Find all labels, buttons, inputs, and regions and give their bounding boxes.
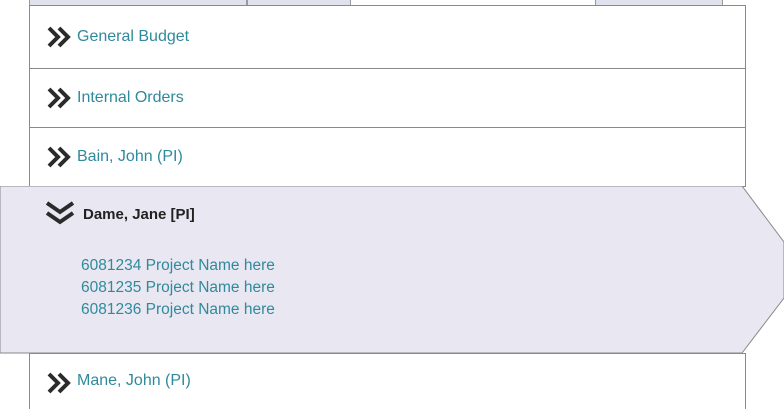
double-chevron-right-icon bbox=[47, 26, 71, 48]
accordion-item-label[interactable]: General Budget bbox=[77, 28, 189, 46]
project-link[interactable]: 6081234 Project Name here bbox=[81, 255, 275, 277]
accordion-panel: General Budget Internal Orders Bain, Joh… bbox=[0, 0, 784, 409]
accordion-item-header[interactable]: Dame, Jane [PI] bbox=[45, 201, 195, 227]
project-list: 6081234 Project Name here 6081235 Projec… bbox=[81, 255, 275, 321]
double-chevron-down-icon bbox=[45, 201, 75, 225]
accordion-item-internal-orders[interactable]: Internal Orders bbox=[29, 68, 746, 128]
double-chevron-right-icon bbox=[47, 146, 71, 168]
project-link[interactable]: 6081235 Project Name here bbox=[81, 277, 275, 299]
accordion-item-label: Dame, Jane [PI] bbox=[83, 205, 195, 223]
double-chevron-right-icon bbox=[47, 87, 71, 109]
accordion-item-dame-jane-expanded: Dame, Jane [PI] 6081234 Project Name her… bbox=[0, 186, 784, 354]
double-chevron-right-icon bbox=[47, 372, 71, 394]
accordion-item-mane-john[interactable]: Mane, John (PI) bbox=[29, 353, 746, 409]
accordion-item-label[interactable]: Internal Orders bbox=[77, 89, 184, 107]
accordion-item-label[interactable]: Mane, John (PI) bbox=[77, 372, 191, 390]
accordion-item-label[interactable]: Bain, John (PI) bbox=[77, 148, 183, 166]
accordion-item-bain-john[interactable]: Bain, John (PI) bbox=[29, 127, 746, 187]
project-link[interactable]: 6081236 Project Name here bbox=[81, 299, 275, 321]
accordion-item-general-budget[interactable]: General Budget bbox=[29, 5, 746, 69]
